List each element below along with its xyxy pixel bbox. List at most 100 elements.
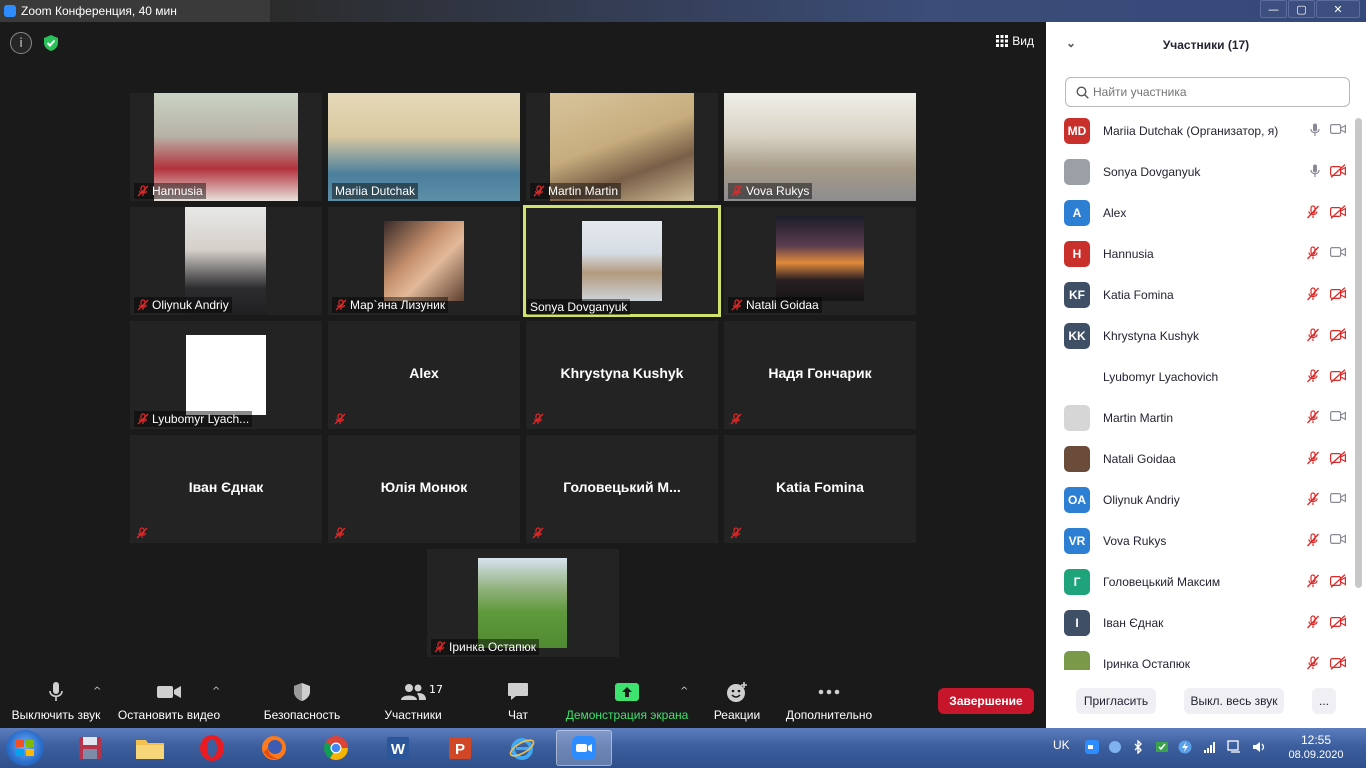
video-tile[interactable]: Martin Martin xyxy=(526,93,718,201)
taskbar-app-save[interactable] xyxy=(62,730,118,766)
taskbar-app-ie[interactable] xyxy=(494,730,550,766)
video-off-icon[interactable] xyxy=(1330,328,1346,342)
participant-row[interactable]: H Hannusia xyxy=(1046,233,1352,274)
search-box[interactable] xyxy=(1065,77,1350,107)
name-tile[interactable]: Katia Fomina xyxy=(724,435,916,543)
name-tile[interactable]: Alex xyxy=(328,321,520,429)
info-icon[interactable]: i xyxy=(10,32,32,54)
mic-muted-icon[interactable] xyxy=(1306,492,1320,506)
participants-scrollbar[interactable] xyxy=(1355,118,1362,588)
taskbar-app-chrome[interactable] xyxy=(308,730,364,766)
mic-muted-icon[interactable] xyxy=(1306,287,1320,301)
participant-row[interactable]: Lyubomyr Lyachovich xyxy=(1046,356,1352,397)
name-tile[interactable]: Надя Гончарик xyxy=(724,321,916,429)
mic-muted-icon[interactable] xyxy=(1306,369,1320,383)
taskbar-app-firefox[interactable] xyxy=(246,730,302,766)
maximize-button[interactable]: ▢ xyxy=(1288,0,1315,18)
participant-row[interactable]: Іринка Остапюк xyxy=(1046,643,1352,670)
participant-row[interactable]: VR Vova Rukys xyxy=(1046,520,1352,561)
video-off-icon[interactable] xyxy=(1330,656,1346,670)
video-camera-icon[interactable] xyxy=(1330,492,1346,504)
reactions-button[interactable]: Реакции xyxy=(708,678,766,728)
participant-row[interactable]: MD Mariia Dutchak (Организатор, я) xyxy=(1046,110,1352,151)
video-tile[interactable]: Vova Rukys xyxy=(724,93,916,201)
bluetooth-icon[interactable] xyxy=(1131,740,1145,754)
video-off-icon[interactable] xyxy=(1330,164,1346,178)
power-bolt-icon[interactable] xyxy=(1178,740,1192,754)
video-options-caret-icon[interactable]: ^ xyxy=(212,686,220,697)
video-off-icon[interactable] xyxy=(1330,287,1346,301)
network-check-icon[interactable] xyxy=(1155,740,1169,754)
name-tile[interactable]: Головецький М... xyxy=(526,435,718,543)
mic-muted-icon[interactable] xyxy=(1306,328,1320,342)
close-button[interactable]: ✕ xyxy=(1316,0,1360,18)
mute-all-button[interactable]: Выкл. весь звук xyxy=(1184,688,1284,714)
keyboard-language[interactable]: UK xyxy=(1053,738,1070,752)
taskbar-app-opera[interactable] xyxy=(184,730,240,766)
name-tile[interactable]: Khrystyna Kushyk xyxy=(526,321,718,429)
invite-button[interactable]: Пригласить xyxy=(1076,688,1156,714)
security-button[interactable]: Безопасность xyxy=(260,678,344,728)
participant-row[interactable]: Г Головецький Максим xyxy=(1046,561,1352,602)
start-button[interactable] xyxy=(6,730,44,766)
participant-row[interactable]: Natali Goidaa xyxy=(1046,438,1352,479)
view-button[interactable]: Вид xyxy=(996,34,1034,48)
mic-muted-icon[interactable] xyxy=(1306,533,1320,547)
mic-muted-icon[interactable] xyxy=(1306,451,1320,465)
participant-row[interactable]: OA Oliynuk Andriy xyxy=(1046,479,1352,520)
mic-muted-icon[interactable] xyxy=(1306,205,1320,219)
stop-video-button[interactable]: Остановить видео xyxy=(116,678,222,728)
participant-row[interactable]: KF Katia Fomina xyxy=(1046,274,1352,315)
signal-bars-icon[interactable] xyxy=(1203,740,1217,754)
encryption-shield-icon[interactable] xyxy=(40,32,62,54)
participant-row[interactable]: I Іван Єднак xyxy=(1046,602,1352,643)
video-tile[interactable]: Mariia Dutchak xyxy=(328,93,520,201)
video-off-icon[interactable] xyxy=(1330,574,1346,588)
participant-row[interactable]: Martin Martin xyxy=(1046,397,1352,438)
mic-muted-icon[interactable] xyxy=(1306,246,1320,260)
minimize-button[interactable]: — xyxy=(1260,0,1287,18)
mute-button[interactable]: Выключить звук xyxy=(8,678,104,728)
audio-options-caret-icon[interactable]: ^ xyxy=(93,686,101,697)
video-off-icon[interactable] xyxy=(1330,369,1346,383)
end-meeting-button[interactable]: Завершение xyxy=(938,688,1034,714)
participant-row[interactable]: Sonya Dovganyuk xyxy=(1046,151,1352,192)
zoom-tray-icon[interactable] xyxy=(1085,740,1099,754)
volume-icon[interactable] xyxy=(1252,740,1266,754)
video-camera-icon[interactable] xyxy=(1330,410,1346,422)
video-camera-icon[interactable] xyxy=(1330,533,1346,545)
panel-more-button[interactable]: ... xyxy=(1312,688,1336,714)
taskbar-app-word[interactable]: W xyxy=(370,730,426,766)
name-tile[interactable]: Юлія Монюк xyxy=(328,435,520,543)
name-tile[interactable]: Іван Єднак xyxy=(130,435,322,543)
video-tile[interactable]: Oliynuk Andriy xyxy=(130,207,322,315)
participant-row[interactable]: A Alex xyxy=(1046,192,1352,233)
share-screen-button[interactable]: Демонстрация экрана xyxy=(562,678,692,728)
system-clock[interactable]: 12:55 08.09.2020 xyxy=(1286,733,1346,761)
video-off-icon[interactable] xyxy=(1330,615,1346,629)
mic-muted-icon[interactable] xyxy=(1306,656,1320,670)
video-tile[interactable]: Мар`яна Лизуник xyxy=(328,207,520,315)
search-input[interactable] xyxy=(1093,85,1333,99)
mic-muted-icon[interactable] xyxy=(1306,615,1320,629)
video-camera-icon[interactable] xyxy=(1330,246,1346,258)
action-center-icon[interactable] xyxy=(1227,740,1241,754)
taskbar-app-zoom[interactable] xyxy=(556,730,612,766)
tray-cloud-icon[interactable] xyxy=(1108,740,1122,754)
collapse-chevron-icon[interactable]: ⌄ xyxy=(1066,36,1076,50)
mic-muted-icon[interactable] xyxy=(1306,574,1320,588)
video-tile-active-speaker[interactable]: Sonya Dovganyuk xyxy=(523,205,721,317)
mic-muted-icon[interactable] xyxy=(1306,410,1320,424)
taskbar-app-explorer[interactable] xyxy=(122,730,178,766)
chat-button[interactable]: Чат xyxy=(498,678,538,728)
video-tile[interactable]: Hannusia xyxy=(130,93,322,201)
more-button[interactable]: Дополнительно xyxy=(782,678,876,728)
microphone-icon[interactable] xyxy=(1310,164,1320,178)
video-camera-icon[interactable] xyxy=(1330,123,1346,135)
video-tile[interactable]: Іринка Остапюк xyxy=(427,549,619,657)
video-off-icon[interactable] xyxy=(1330,451,1346,465)
video-off-icon[interactable] xyxy=(1330,205,1346,219)
share-options-caret-icon[interactable]: ^ xyxy=(680,686,688,697)
taskbar-app-powerpoint[interactable]: P xyxy=(432,730,488,766)
video-tile[interactable]: Natali Goidaa xyxy=(724,207,916,315)
